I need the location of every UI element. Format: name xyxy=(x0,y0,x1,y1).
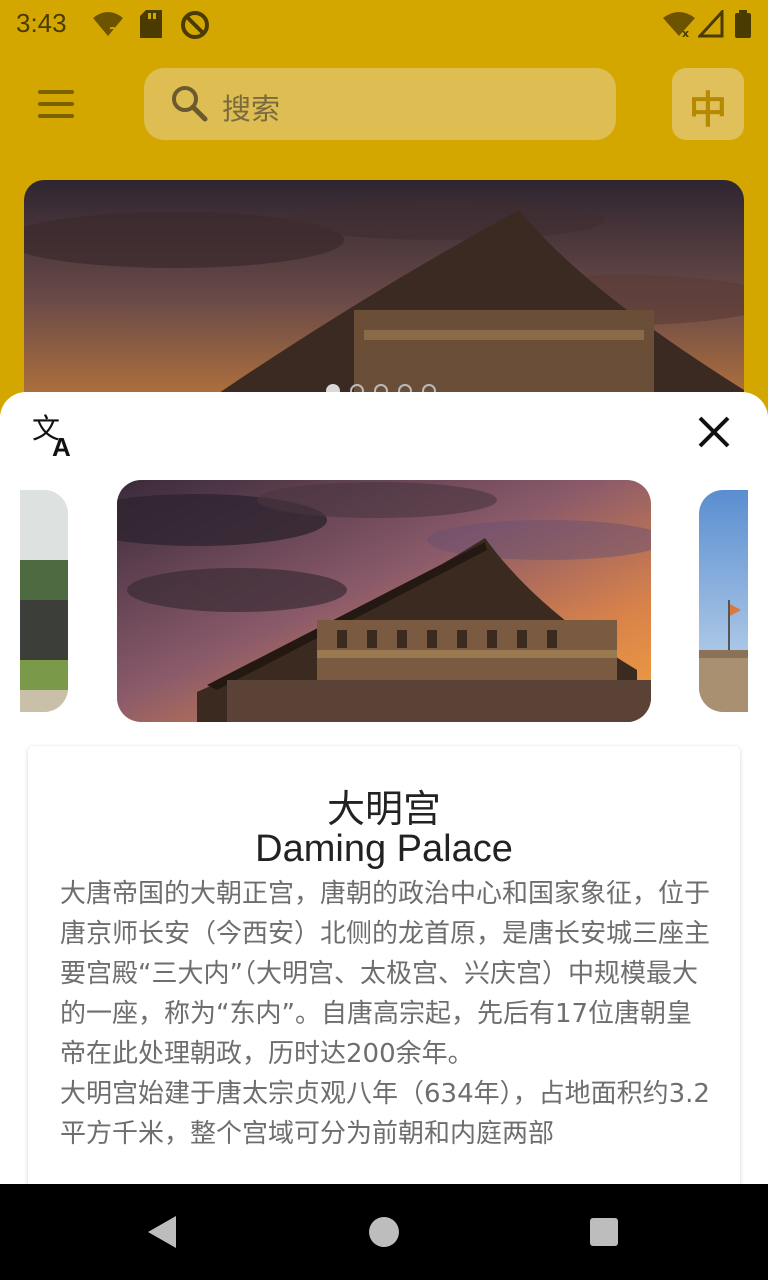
hamburger-menu-icon[interactable] xyxy=(30,82,82,126)
sync-disabled-icon xyxy=(181,11,209,39)
svg-text:x: x xyxy=(682,27,689,38)
language-toggle-button[interactable]: 中 xyxy=(672,68,744,140)
place-title-zh: 大明宫 xyxy=(326,787,441,831)
place-description: 大唐帝国的大朝正宫，唐朝的政治中心和国家象征，位于唐京师长安（今西安）北侧的龙首… xyxy=(60,874,710,1154)
svg-text:A: A xyxy=(52,432,71,458)
description-paragraph: 大明宫始建于唐太宗贞观八年（634年），占地面积约3.2平方千米，整个宫域可分为… xyxy=(60,1079,710,1149)
palace-sunset-image xyxy=(117,480,651,722)
place-title-en: Daming Palace xyxy=(255,828,513,870)
back-icon[interactable] xyxy=(144,1214,178,1250)
system-nav-bar xyxy=(0,1184,768,1280)
app-bar: 搜索 中 xyxy=(0,48,768,168)
search-placeholder: 搜索 xyxy=(222,92,281,126)
status-time: 3:43 xyxy=(16,8,67,38)
search-input[interactable]: 搜索 xyxy=(144,68,616,140)
carousel-image-prev[interactable] xyxy=(20,490,68,712)
signal-icon xyxy=(698,10,724,38)
carousel-image-next[interactable] xyxy=(699,490,748,712)
wifi-off-icon: x xyxy=(663,12,695,38)
translate-icon[interactable]: 文 A xyxy=(30,410,78,458)
status-bar: 3:43 ? x xyxy=(0,0,768,48)
carousel-image-current[interactable] xyxy=(117,480,651,722)
language-label: 中 xyxy=(688,88,727,132)
home-icon[interactable] xyxy=(368,1216,400,1248)
svg-text:?: ? xyxy=(109,26,117,38)
battery-icon xyxy=(735,10,751,38)
hero-banner-image[interactable] xyxy=(24,180,744,420)
wifi-question-icon: ? xyxy=(93,12,123,38)
description-paragraph: 大唐帝国的大朝正宫，唐朝的政治中心和国家象征，位于唐京师长安（今西安）北侧的龙首… xyxy=(60,879,711,1069)
detail-bottom-sheet: 文 A 大明宫 Daming Palace 大唐帝国的大朝正宫，唐朝的政治中心和… xyxy=(0,392,768,1184)
info-card: 大明宫 Daming Palace 大唐帝国的大朝正宫，唐朝的政治中心和国家象征… xyxy=(28,746,740,1184)
sd-card-icon xyxy=(140,10,162,38)
close-icon[interactable] xyxy=(694,412,734,452)
search-icon xyxy=(172,86,208,122)
recents-icon[interactable] xyxy=(588,1216,620,1248)
